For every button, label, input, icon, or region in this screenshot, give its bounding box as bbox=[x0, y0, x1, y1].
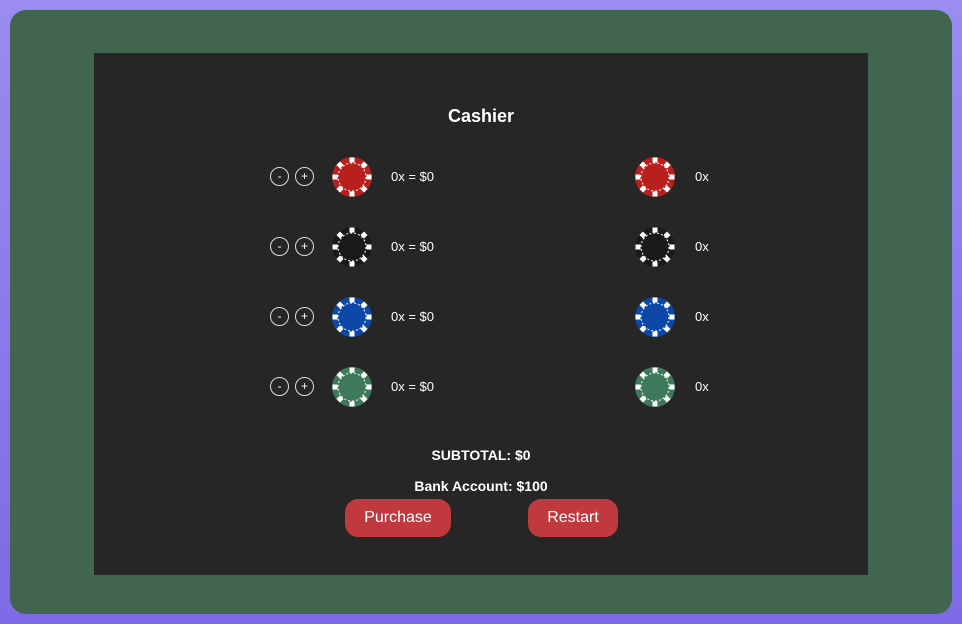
green-chip-graphic bbox=[332, 367, 372, 407]
red-inventory-chip-graphic bbox=[635, 157, 675, 197]
red-chip-graphic bbox=[332, 157, 372, 197]
black-chip-icon bbox=[635, 227, 675, 267]
purchase-black-count: 0x = $0 bbox=[391, 239, 435, 254]
decrease-blue-button[interactable]: - bbox=[270, 307, 289, 326]
purchase-green-count: 0x = $0 bbox=[391, 379, 435, 394]
inventory-row-red: 0x bbox=[635, 157, 835, 197]
subtotal-text: SUBTOTAL: $0 bbox=[431, 447, 531, 463]
red-chip-icon bbox=[332, 157, 372, 197]
purchase-row-red: - +0x = $0 bbox=[270, 157, 530, 197]
increase-green-button[interactable]: + bbox=[295, 377, 314, 396]
table-felt: Cashier - +0x = $0- +0x = $0- +0x = $0- +0x … bbox=[10, 10, 952, 614]
green-inventory-chip-graphic bbox=[635, 367, 675, 407]
purchase-row-green: - +0x = $0 bbox=[270, 367, 530, 407]
purchase-row-blue: - +0x = $0 bbox=[270, 297, 530, 337]
cashier-panel: Cashier - +0x = $0- +0x = $0- +0x = $0- +0x … bbox=[94, 53, 868, 575]
blue-inventory-chip-graphic bbox=[635, 297, 675, 337]
red-chip-icon bbox=[635, 157, 675, 197]
inventory-black-count: 0x bbox=[695, 239, 709, 254]
bank-account-text: Bank Account: $100 bbox=[414, 478, 548, 494]
purchase-row-black: - +0x = $0 bbox=[270, 227, 530, 267]
blue-chip-graphic bbox=[332, 297, 372, 337]
blue-chip-icon bbox=[635, 297, 675, 337]
inventory-green-count: 0x bbox=[695, 379, 709, 394]
purchase-red-count: 0x = $0 bbox=[391, 169, 435, 184]
inventory-red-count: 0x bbox=[695, 169, 709, 184]
decrease-black-button[interactable]: - bbox=[270, 237, 289, 256]
inventory-row-black: 0x bbox=[635, 227, 835, 267]
inventory-row-green: 0x bbox=[635, 367, 835, 407]
green-chip-icon bbox=[635, 367, 675, 407]
purchase-blue-count: 0x = $0 bbox=[391, 309, 435, 324]
green-chip-icon bbox=[332, 367, 372, 407]
increase-black-button[interactable]: + bbox=[295, 237, 314, 256]
cashier-title: Cashier bbox=[447, 106, 515, 126]
black-chip-icon bbox=[332, 227, 372, 267]
purchase-button[interactable]: Purchase bbox=[345, 499, 451, 537]
decrease-red-button[interactable]: - bbox=[270, 167, 289, 186]
decrease-green-button[interactable]: - bbox=[270, 377, 289, 396]
increase-blue-button[interactable]: + bbox=[295, 307, 314, 326]
black-chip-graphic bbox=[332, 227, 372, 267]
increase-red-button[interactable]: + bbox=[295, 167, 314, 186]
black-inventory-chip-graphic bbox=[635, 227, 675, 267]
blue-chip-icon bbox=[332, 297, 372, 337]
inventory-row-blue: 0x bbox=[635, 297, 835, 337]
inventory-blue-count: 0x bbox=[695, 309, 709, 324]
restart-button[interactable]: Restart bbox=[528, 499, 618, 537]
